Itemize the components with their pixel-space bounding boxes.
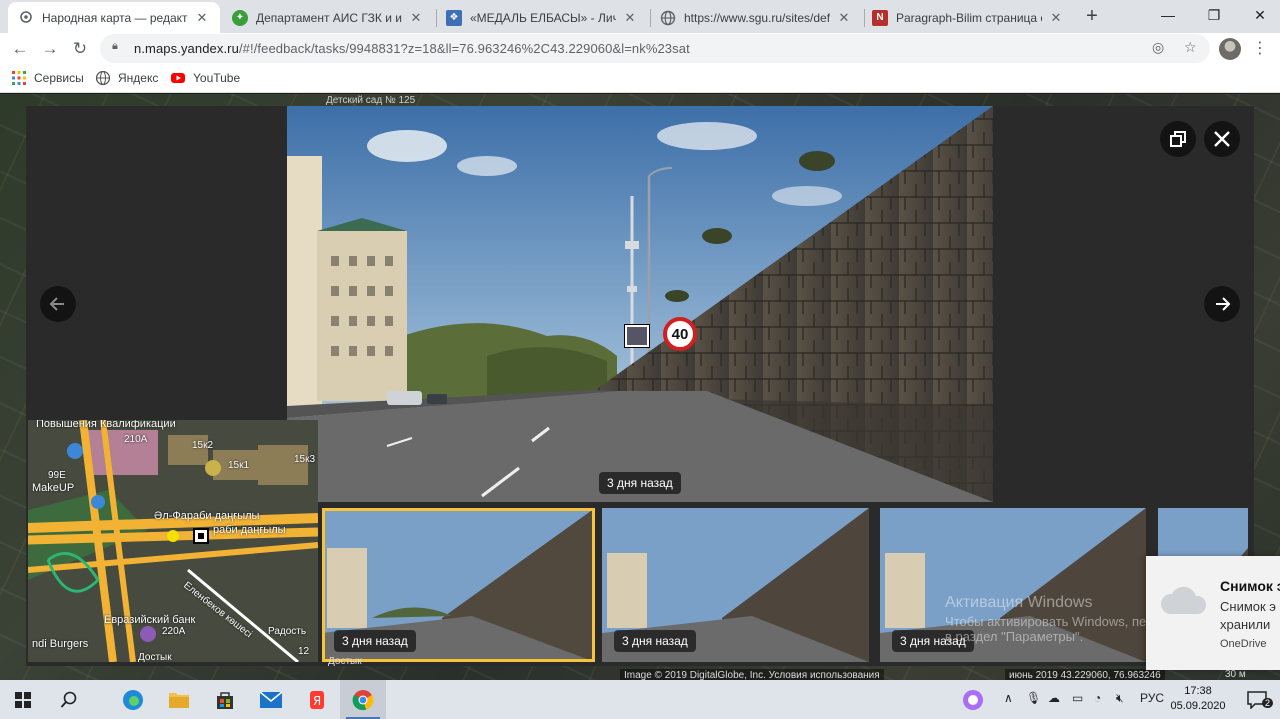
mini-map[interactable]: Повышения Квалификации 210А 15к2 15к1 15… [28, 420, 318, 662]
thumbnail-1[interactable]: 3 дня назад [322, 508, 595, 662]
next-photo-button[interactable] [1204, 286, 1240, 322]
yandex-icon [95, 70, 111, 86]
document-icon: ❖ [446, 9, 462, 26]
bookmarks-bar: Сервисы Яндекс YouTube [0, 65, 1280, 93]
taskbar-yandex-browser[interactable]: Я [294, 680, 340, 719]
bookmark-star-icon[interactable]: ☆ [1184, 39, 1197, 56]
coordinates-readout: июнь 2019 43.229060, 76.963246 [1005, 669, 1165, 680]
map-label-institute: Повышения Квалификации [36, 420, 176, 430]
close-tab-icon[interactable]: ✕ [1048, 10, 1064, 26]
tab-paragraph-bilim[interactable]: N Paragraph-Bilim страница студ ✕ [862, 2, 1074, 33]
chrome-icon [352, 689, 374, 710]
microphone-icon[interactable]: 🎙︎ [1026, 691, 1041, 705]
map-label-street: Әл-Фараби даңғылы [154, 510, 260, 522]
lock-icon: 🔒︎ [112, 40, 118, 52]
close-tab-icon[interactable]: ✕ [194, 10, 210, 26]
close-window-button[interactable]: ✕ [1237, 0, 1280, 30]
tab-department[interactable]: ✦ Департамент АИС ГЗК и инф ✕ [222, 2, 434, 33]
profile-avatar[interactable] [1219, 38, 1241, 60]
store-bag-icon [217, 691, 233, 709]
map-page: Детский сад № 125 40 3 дня назад 3 дня н… [0, 94, 1280, 680]
yandex-browser-icon: Я [310, 690, 324, 709]
arrow-left-icon [49, 297, 64, 311]
show-hidden-icons[interactable]: ∧ [1004, 691, 1013, 705]
url-path: /#!/feedback/tasks/9948831?z=18&ll=76.96… [238, 41, 690, 56]
map-label-makeup: MakeUP [32, 482, 75, 494]
pin-icon [18, 10, 34, 26]
sign-thumbnail-marker[interactable] [624, 324, 650, 348]
windows-logo-icon [15, 691, 31, 708]
reload-icon[interactable]: ↻ [68, 37, 92, 61]
taskbar-chrome[interactable] [340, 680, 386, 719]
tab-sgu[interactable]: https://www.sgu.ru/sites/defau ✕ [650, 2, 862, 33]
globe-green-icon: ✦ [232, 9, 248, 26]
thumbnail-date-badge: 3 дня назад [334, 630, 416, 652]
thumbnail-2[interactable]: 3 дня назад [602, 508, 869, 662]
volume-muted-icon[interactable]: 🔇︎ [1116, 691, 1124, 706]
search-button[interactable] [46, 680, 92, 719]
map-label-detsad: Детский сад № 125 [326, 95, 416, 106]
globe-icon [660, 10, 676, 26]
back-arrow-icon[interactable]: ← [8, 37, 32, 61]
youtube-icon [171, 71, 185, 85]
forward-arrow-icon[interactable]: → [38, 37, 62, 61]
system-clock[interactable]: 17:38 05.09.2020 [1168, 684, 1228, 714]
map-label-bank: Евразийский банк [104, 614, 196, 626]
input-language[interactable]: РУС [1140, 691, 1164, 705]
thumbnail-date-badge: 3 дня назад [614, 630, 696, 652]
onedrive-cloud-icon[interactable]: ☁︎ [1048, 691, 1060, 705]
photo-date-badge: 3 дня назад [599, 472, 681, 494]
alice-icon [963, 689, 983, 710]
tab-yandex-map-editor[interactable]: Народная карта — редактор ✕ [8, 2, 220, 33]
bookmark-youtube[interactable]: YouTube [171, 71, 240, 85]
network-icon[interactable]: ▭ [1072, 691, 1083, 705]
apps-grid-icon [12, 71, 26, 85]
tab-strip: Народная карта — редактор ✕ ✦ Департамен… [0, 0, 1280, 33]
url-host: n.maps.yandex.ru [134, 41, 239, 56]
minimize-window-button[interactable]: — [1145, 0, 1191, 30]
paragraph-logo-icon: N [872, 9, 888, 26]
taskbar-mail[interactable] [248, 680, 294, 719]
onedrive-notification[interactable]: Снимок э Снимок э хранили OneDrive [1146, 556, 1280, 670]
taskbar: Я ∧ 🎙︎ ☁︎ ▭ ◔ 🔇︎ РУС 17:38 05.09.2020 2 [0, 680, 1280, 719]
cloud-icon [1160, 586, 1207, 614]
notification-count-badge: 2 [1262, 698, 1274, 708]
bookmark-yandex[interactable]: Яндекс [95, 70, 158, 86]
start-button[interactable] [0, 680, 46, 719]
restore-window-button[interactable]: ❐ [1191, 0, 1237, 30]
close-tab-icon[interactable]: ✕ [836, 10, 852, 26]
fullscreen-button[interactable] [1160, 121, 1196, 157]
browser-toolbar: ← → ↻ 🔒︎ n.maps.yandex.ru/#!/feedback/ta… [0, 33, 1280, 65]
browser-menu-icon[interactable]: ⋮ [1252, 38, 1268, 60]
mail-icon [260, 691, 282, 708]
alice-assistant-button[interactable] [950, 680, 996, 719]
wifi-icon[interactable]: ◔ [1094, 691, 1101, 705]
close-tab-icon[interactable]: ✕ [408, 10, 424, 26]
taskbar-edge[interactable] [110, 680, 156, 719]
tab-medal[interactable]: ❖ «МЕДАЛЬ ЕЛБАСЫ» - Личный ✕ [436, 2, 648, 33]
previous-photo-button[interactable] [40, 286, 76, 322]
folder-icon [169, 692, 189, 708]
new-tab-button[interactable]: + [1080, 4, 1104, 28]
map-label-street-2: раби даңғылы [213, 524, 286, 536]
bookmark-services[interactable]: Сервисы [12, 71, 84, 85]
scale-bar-label: 30 м [1225, 669, 1246, 680]
taskbar-store[interactable] [202, 680, 248, 719]
taskbar-explorer[interactable] [156, 680, 202, 719]
svg-text:Я: Я [313, 694, 321, 708]
arrow-right-icon [1216, 297, 1231, 311]
search-icon [60, 691, 77, 708]
copy-window-icon [1170, 131, 1186, 147]
imagery-attribution[interactable]: Image © 2019 DigitalGlobe, Inc. Условия … [620, 669, 884, 680]
edge-icon [123, 689, 143, 710]
location-target-icon[interactable]: ◎ [1152, 39, 1164, 56]
map-label-dostyk: Достык [328, 656, 362, 667]
address-bar[interactable]: 🔒︎ n.maps.yandex.ru/#!/feedback/tasks/99… [100, 34, 1210, 63]
close-tab-icon[interactable]: ✕ [622, 10, 638, 26]
action-center-button[interactable]: 2 [1234, 680, 1280, 719]
speed-limit-sign[interactable]: 40 [663, 317, 697, 351]
close-viewer-button[interactable] [1204, 121, 1240, 157]
close-icon [1214, 131, 1230, 147]
street-photo[interactable]: 40 3 дня назад [287, 106, 993, 502]
